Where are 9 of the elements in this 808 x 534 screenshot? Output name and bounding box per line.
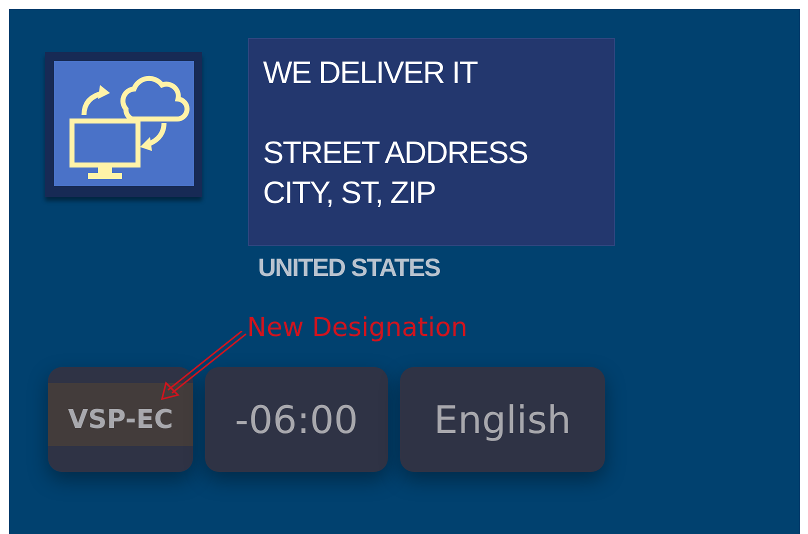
cloud-computer-sync-icon — [54, 61, 194, 186]
city-state-zip: CITY, ST, ZIP — [263, 174, 436, 212]
annotation-label: New Designation — [247, 313, 468, 343]
street-address: STREET ADDRESS — [263, 134, 529, 172]
setting-chip[interactable]: -06:00 — [205, 367, 388, 472]
setting-chip[interactable]: VSP-EC — [48, 367, 193, 472]
country-label: UNITED STATES — [258, 254, 441, 283]
company-name: WE DELIVER IT — [263, 54, 479, 92]
setting-chip[interactable]: English — [400, 367, 605, 472]
